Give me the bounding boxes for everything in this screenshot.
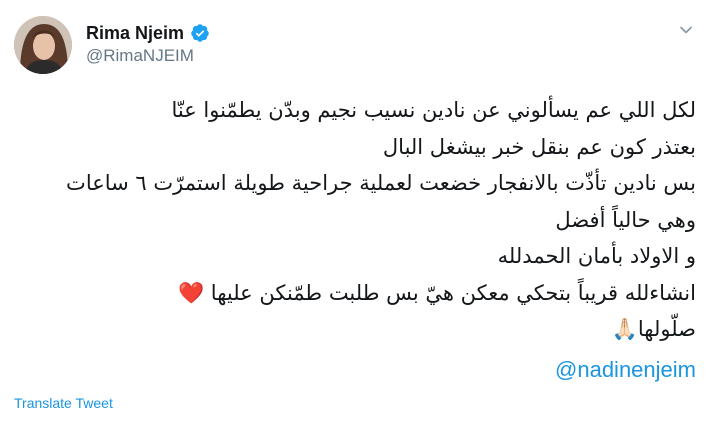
mention-link[interactable]: @nadinenjeim [555, 357, 696, 382]
tweet-line: و الاولاد بأمان الحمدلله [497, 244, 696, 268]
display-name[interactable]: Rima Njeim [86, 23, 184, 44]
tweet-line: بعتذر كون عم بنقل خبر بيشغل البال [382, 134, 696, 159]
mention-line: @nadinenjeim [16, 352, 696, 389]
chevron-down-icon[interactable] [676, 20, 696, 40]
user-handle[interactable]: @RimaNJEIM [86, 46, 194, 66]
verified-badge-icon [190, 23, 210, 43]
tweet-card: Rima Njeim @RimaNJEIM لكل اللي عم يسألون… [0, 0, 710, 427]
tweet-line: بس نادين تأذّت بالانفجار خضعت لعملية جرا… [66, 171, 696, 195]
translate-tweet-link[interactable]: Translate Tweet [14, 395, 113, 411]
tweet-text: لكل اللي عم يسألوني عن نادين نسيب نجيم و… [16, 92, 696, 388]
tweet-line: وهي حالياً أفضل [555, 207, 696, 232]
name-row: Rima Njeim [86, 22, 210, 44]
tweet-line: لكل اللي عم يسألوني عن نادين نسيب نجيم و… [171, 98, 696, 122]
tweet-line: صلّولها🙏🏻 [611, 317, 696, 341]
avatar[interactable] [14, 16, 72, 74]
tweet-line: انشاءلله قريباً بتحكي معكن هيّ بس طلبت ط… [177, 280, 696, 305]
